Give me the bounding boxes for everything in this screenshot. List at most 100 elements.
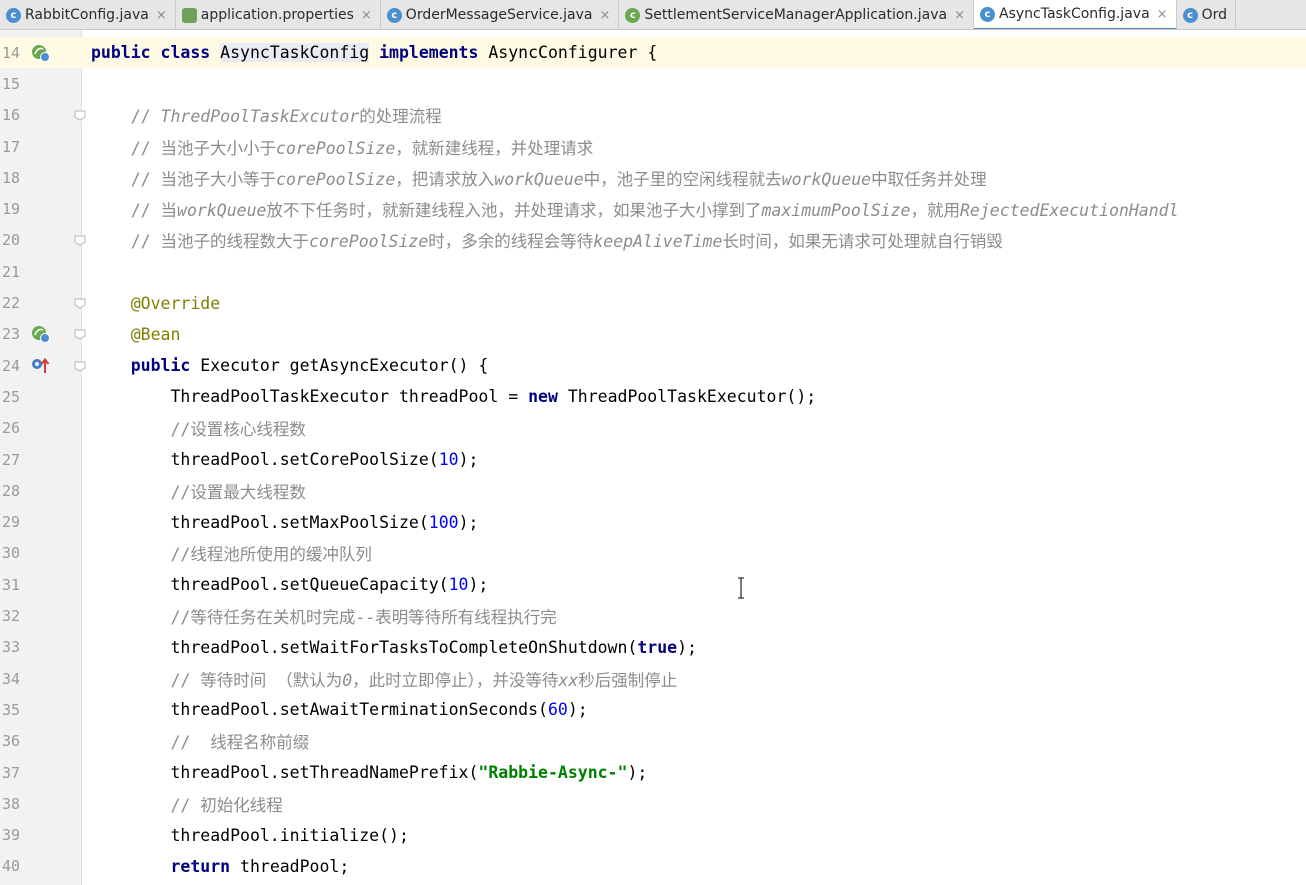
java-class-icon: c <box>386 7 402 23</box>
code-line-36[interactable]: 36 // 线程名称前缀 <box>0 726 1306 757</box>
close-tab-icon[interactable]: × <box>361 8 372 23</box>
line-number: 34 <box>2 669 21 688</box>
code-line-27[interactable]: 27 threadPool.setCorePoolSize(10); <box>0 444 1306 475</box>
code-text: threadPool.setWaitForTasksToCompleteOnSh… <box>91 638 697 657</box>
code-line-30[interactable]: 30 //线程池所使用的缓冲队列 <box>0 538 1306 569</box>
line-number: 18 <box>2 168 21 187</box>
tab-ordermessageservice-java[interactable]: c OrderMessageService.java × <box>380 0 620 29</box>
code-token: corePoolSize <box>309 232 429 252</box>
code-token: ，此时立即停止），并没等待 <box>352 670 559 690</box>
tab-ord[interactable]: c Ord <box>1176 0 1236 29</box>
code-token: 100 <box>428 512 459 532</box>
line-number: 14 <box>2 43 21 62</box>
code-line-26[interactable]: 26 //设置核心线程数 <box>0 413 1306 444</box>
code-line-39[interactable]: 39 threadPool.initialize(); <box>0 820 1306 851</box>
code-line-20[interactable]: 20 // 当池子的线程数大于corePoolSize时，多余的线程会等待kee… <box>0 225 1306 256</box>
tab-label: application.properties <box>200 7 354 23</box>
code-text: // 当workQueue放不下任务时，就新建线程入池，并处理请求，如果池子大小… <box>91 197 1179 221</box>
code-token: workQueue <box>781 169 872 189</box>
tab-rabbitconfig-java[interactable]: c RabbitConfig.java × <box>0 0 176 29</box>
code-line-23[interactable]: 23 @Bean <box>0 319 1306 350</box>
line-number: 16 <box>2 106 21 125</box>
line-number: 37 <box>2 763 21 782</box>
code-text: // 等待时间 （默认为0，此时立即停止），并没等待xx秒后强制停止 <box>91 667 677 691</box>
line-number: 26 <box>2 419 21 438</box>
line-number: 29 <box>2 513 21 532</box>
code-token: threadPool.initialize(); <box>91 825 409 845</box>
code-line-29[interactable]: 29 threadPool.setMaxPoolSize(100); <box>0 507 1306 538</box>
code-line-16[interactable]: 16 // ThredPoolTaskExcutor的处理流程 <box>0 100 1306 131</box>
code-token: ，就用 <box>910 201 960 221</box>
code-token: // 初始化线程 <box>91 795 283 815</box>
tab-application-properties[interactable]: application.properties × <box>175 0 381 29</box>
line-number: 31 <box>2 575 21 594</box>
code-line-34[interactable]: 34 // 等待时间 （默认为0，此时立即停止），并没等待xx秒后强制停止 <box>0 663 1306 694</box>
code-text: @Bean <box>91 325 181 344</box>
code-token: AsyncTaskConfig <box>220 43 370 63</box>
code-token: ); <box>458 450 479 470</box>
code-text: return threadPool; <box>91 857 349 876</box>
code-token: keepAliveTime <box>593 232 723 252</box>
code-line-33[interactable]: 33 threadPool.setWaitForTasksToCompleteO… <box>0 632 1306 663</box>
code-token: ); <box>567 700 588 720</box>
code-token: public class <box>91 43 221 63</box>
fold-marker-icon[interactable] <box>73 327 87 341</box>
code-token: 秒后强制停止 <box>578 670 678 690</box>
spring-bean-icon[interactable] <box>30 43 52 63</box>
override-implement-icon[interactable] <box>30 356 52 376</box>
fold-marker-icon[interactable] <box>73 296 87 310</box>
code-line-24[interactable]: 24 public Executor getAsyncExecutor() { <box>0 350 1306 381</box>
code-token: //设置最大线程数 <box>91 482 306 502</box>
tab-asynctaskconfig-java[interactable]: c AsyncTaskConfig.java × <box>974 0 1177 29</box>
close-tab-icon[interactable]: × <box>954 8 965 23</box>
fold-marker-icon[interactable] <box>73 359 87 373</box>
code-token: //线程池所使用的缓冲队列 <box>91 545 372 565</box>
code-token: // <box>91 107 161 127</box>
code-line-37[interactable]: 37 threadPool.setThreadNamePrefix("Rabbi… <box>0 757 1306 788</box>
code-token: @Override <box>91 293 221 313</box>
code-line-31[interactable]: 31 threadPool.setQueueCapacity(10); <box>0 569 1306 600</box>
text-cursor-icon <box>738 577 744 599</box>
code-editor[interactable]: 14 public class AsyncTaskConfig implement… <box>0 30 1306 885</box>
spring-bean-navigate-icon[interactable] <box>30 324 52 344</box>
code-line-32[interactable]: 32 //等待任务在关机时完成--表明等待所有线程执行完 <box>0 600 1306 631</box>
code-line-19[interactable]: 19 // 当workQueue放不下任务时，就新建线程入池，并处理请求，如果池… <box>0 194 1306 225</box>
code-token: // 当池子大小等于 <box>91 169 277 189</box>
code-token: 长时间，如果无请求可处理就自行销毁 <box>722 232 1003 252</box>
code-line-18[interactable]: 18 // 当池子大小等于corePoolSize，把请求放入workQueue… <box>0 162 1306 193</box>
close-tab-icon[interactable]: × <box>156 8 167 23</box>
code-line-25[interactable]: 25 ThreadPoolTaskExecutor threadPool = n… <box>0 381 1306 412</box>
code-line-15[interactable]: 15 <box>0 68 1306 99</box>
properties-file-icon <box>181 7 197 23</box>
code-token: "Rabbie-Async-" <box>478 763 628 783</box>
code-line-22[interactable]: 22 @Override <box>0 287 1306 318</box>
line-number: 36 <box>2 732 21 751</box>
fold-marker-icon[interactable] <box>73 233 87 247</box>
code-token: xx <box>558 670 579 690</box>
code-token: true <box>637 637 678 657</box>
code-line-14[interactable]: 14 public class AsyncTaskConfig implement… <box>0 37 1306 69</box>
fold-marker-icon[interactable] <box>73 108 87 122</box>
code-token: // 当池子的线程数大于 <box>91 232 310 252</box>
tab-settlementservicemanagerapplication-java[interactable]: c SettlementServiceManagerApplication.jav… <box>619 0 974 29</box>
code-line-28[interactable]: 28 //设置最大线程数 <box>0 475 1306 506</box>
code-token: 放不下任务时，就新建线程入池，并处理请求，如果池子大小撑到了 <box>266 201 762 221</box>
close-tab-icon[interactable]: × <box>1157 7 1168 22</box>
code-line-35[interactable]: 35 threadPool.setAwaitTerminationSeconds… <box>0 694 1306 725</box>
code-line-38[interactable]: 38 // 初始化线程 <box>0 788 1306 819</box>
code-line-17[interactable]: 17 // 当池子大小小于corePoolSize，就新建线程，并处理请求 <box>0 131 1306 162</box>
code-token: ThredPoolTaskExcutor <box>160 107 360 127</box>
code-line-40[interactable]: 40 return threadPool; <box>0 851 1306 882</box>
code-text: threadPool.setMaxPoolSize(100); <box>91 513 478 532</box>
line-number: 32 <box>2 607 21 626</box>
code-token: implements <box>369 43 479 63</box>
code-text: // 当池子大小等于corePoolSize，把请求放入workQueue中，池… <box>91 166 987 190</box>
close-tab-icon[interactable]: × <box>599 8 610 23</box>
code-text: threadPool.initialize(); <box>91 825 409 845</box>
tab-label: AsyncTaskConfig.java <box>999 6 1150 22</box>
code-text: threadPool.setCorePoolSize(10); <box>91 450 478 469</box>
code-token: ，就新建线程，并处理请求 <box>395 138 594 158</box>
code-text: // 当池子的线程数大于corePoolSize时，多余的线程会等待keepAl… <box>91 228 1003 252</box>
code-text: // 线程名称前缀 <box>91 729 309 753</box>
code-line-21[interactable]: 21 <box>0 256 1306 287</box>
